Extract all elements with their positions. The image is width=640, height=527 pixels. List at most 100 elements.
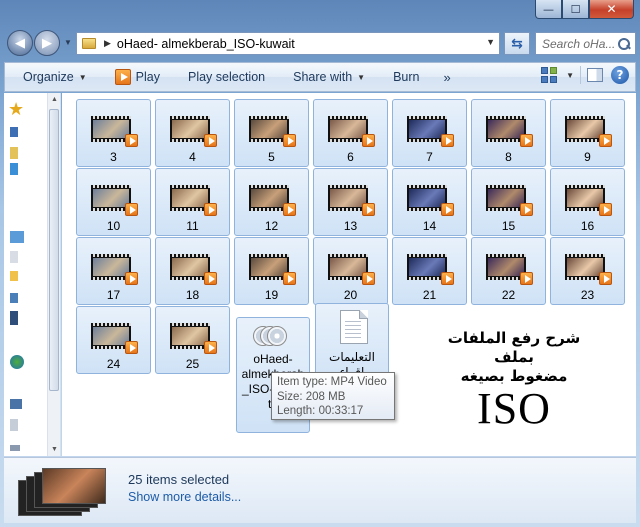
play-selection-button[interactable]: Play selection — [174, 66, 279, 88]
iso-label-line: oHaed- — [253, 352, 293, 366]
video-stack-icon — [18, 468, 108, 518]
video-file-label: 25 — [185, 357, 200, 371]
video-file-item[interactable]: 13 — [313, 168, 388, 236]
video-file-item[interactable]: 10 — [76, 168, 151, 236]
refresh-button[interactable]: ⇆ — [504, 32, 530, 55]
video-play-icon — [125, 203, 138, 216]
toolbar-divider — [580, 66, 581, 84]
video-file-item[interactable]: 12 — [234, 168, 309, 236]
forward-button[interactable]: ▶ — [34, 30, 60, 56]
more-commands-button[interactable]: » — [434, 70, 461, 85]
documents-icon[interactable] — [10, 251, 18, 263]
video-file-item[interactable]: 23 — [550, 237, 625, 305]
video-play-icon — [599, 272, 612, 285]
burn-button[interactable]: Burn — [379, 66, 433, 88]
favorites-star-icon[interactable]: ★ — [8, 99, 24, 119]
computer-icon[interactable] — [10, 399, 22, 409]
video-file-item[interactable]: 16 — [550, 168, 625, 236]
video-play-icon — [204, 341, 217, 354]
breadcrumb-chevron-icon[interactable]: ▶ — [104, 38, 111, 49]
text-document-icon — [340, 310, 368, 344]
video-file-label: 4 — [189, 150, 196, 164]
video-play-icon — [204, 272, 217, 285]
details-pane: 25 items selected Show more details... — [4, 457, 636, 523]
scrollbar-thumb[interactable] — [49, 109, 59, 391]
show-more-details-link[interactable]: Show more details... — [128, 490, 241, 504]
file-list: 25 24 23 22 21 20 19 18 17 16 15 14 13 12 11 10 9 8 7 6 5 4 3 … — [62, 93, 636, 456]
video-file-item[interactable]: 20 — [313, 237, 388, 305]
views-dropdown-icon[interactable]: ▼ — [566, 71, 574, 80]
play-button[interactable]: Play — [101, 66, 174, 88]
local-disk-icon[interactable] — [10, 419, 18, 431]
video-file-item[interactable]: 15 — [471, 168, 546, 236]
change-view-icon[interactable] — [541, 67, 558, 83]
video-file-item[interactable]: 11 — [155, 168, 230, 236]
address-bar[interactable]: ▶ oHaed- almekberab_ISO-kuwait ▼ — [76, 32, 500, 55]
item-tooltip: Item type: MP4 Video Size: 208 MB Length… — [271, 372, 395, 420]
video-file-label: 22 — [501, 288, 516, 302]
video-file-label: 8 — [505, 150, 512, 164]
video-play-icon — [204, 134, 217, 147]
video-file-item[interactable]: 8 — [471, 99, 546, 167]
music-icon[interactable] — [10, 271, 18, 281]
video-file-label: 3 — [110, 150, 117, 164]
video-play-icon — [125, 341, 138, 354]
selection-count: 25 items selected — [128, 472, 230, 487]
search-input[interactable]: Search oHa... — [535, 32, 636, 55]
video-file-label: 21 — [422, 288, 437, 302]
explorer-window: — ☐ ✕ ◀ ▶ ▼ ▶ oHaed- almekberab_ISO-kuwa… — [0, 0, 640, 527]
video-play-icon — [362, 134, 375, 147]
scroll-up-icon[interactable]: ▲ — [51, 96, 58, 103]
organize-button[interactable]: Organize ▼ — [5, 66, 101, 88]
recent-pages-dropdown[interactable]: ▼ — [64, 38, 72, 47]
minimize-button[interactable]: — — [535, 0, 562, 19]
libraries-icon[interactable] — [10, 231, 24, 243]
search-icon[interactable] — [617, 37, 631, 51]
drive-icon[interactable] — [10, 445, 20, 451]
help-icon[interactable]: ? — [611, 66, 629, 84]
address-dropdown-icon[interactable]: ▼ — [486, 37, 495, 47]
video-file-label: 19 — [264, 288, 279, 302]
video-file-item[interactable]: 14 — [392, 168, 467, 236]
video-play-icon — [283, 272, 296, 285]
video-file-item[interactable]: 24 — [76, 306, 151, 374]
video-play-icon — [520, 203, 533, 216]
video-file-item[interactable]: 18 — [155, 237, 230, 305]
homegroup-icon[interactable] — [10, 355, 24, 369]
video-file-item[interactable]: 25 — [155, 306, 230, 374]
video-file-item[interactable]: 9 — [550, 99, 625, 167]
back-button[interactable]: ◀ — [7, 30, 33, 56]
video-file-item[interactable]: 22 — [471, 237, 546, 305]
nav-scrollbar[interactable]: ▲ ▼ — [47, 93, 60, 456]
video-file-item[interactable]: 21 — [392, 237, 467, 305]
video-play-icon — [283, 134, 296, 147]
video-file-label: 18 — [185, 288, 200, 302]
preview-pane-icon[interactable] — [587, 68, 603, 82]
video-file-item[interactable]: 19 — [234, 237, 309, 305]
recent-places-icon[interactable] — [10, 163, 18, 175]
maximize-button[interactable]: ☐ — [562, 0, 589, 19]
video-file-item[interactable]: 7 — [392, 99, 467, 167]
scroll-down-icon[interactable]: ▼ — [51, 446, 58, 453]
overlay-line-1: شرح رفع الملفات بملف — [447, 329, 581, 366]
video-file-item[interactable]: 6 — [313, 99, 388, 167]
breadcrumb-current-folder[interactable]: oHaed- almekberab_ISO-kuwait — [117, 37, 295, 51]
video-file-item[interactable]: 4 — [155, 99, 230, 167]
desktop-icon[interactable] — [10, 127, 18, 137]
video-file-item[interactable]: 17 — [76, 237, 151, 305]
video-file-label: 20 — [343, 288, 358, 302]
caption-buttons: — ☐ ✕ — [535, 0, 634, 19]
pictures-icon[interactable] — [10, 293, 18, 303]
video-file-item[interactable]: 5 — [234, 99, 309, 167]
share-with-button[interactable]: Share with ▼ — [279, 66, 379, 88]
video-play-icon — [125, 134, 138, 147]
search-placeholder: Search oHa... — [542, 36, 616, 51]
close-button[interactable]: ✕ — [589, 0, 634, 19]
video-file-label: 14 — [422, 219, 437, 233]
video-file-label: 12 — [264, 219, 279, 233]
video-file-item[interactable]: 3 — [76, 99, 151, 167]
video-play-icon — [520, 134, 533, 147]
downloads-icon[interactable] — [10, 147, 18, 159]
videos-icon[interactable] — [10, 311, 18, 325]
video-file-label: 24 — [106, 357, 121, 371]
